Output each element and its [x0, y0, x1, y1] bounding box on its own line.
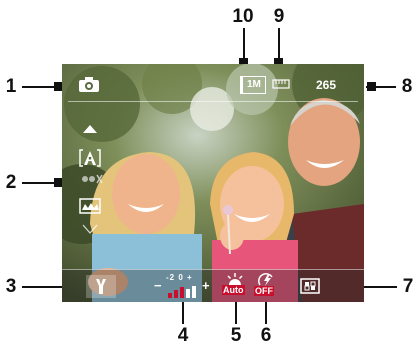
control-bar: − -2 0 + + Auto OFF: [62, 269, 364, 302]
template-button[interactable]: [300, 278, 320, 294]
sun-icon: [227, 273, 243, 285]
zoom-down-arrow-icon[interactable]: [82, 224, 98, 234]
callout-8: 8: [401, 76, 413, 97]
flash-button[interactable]: OFF: [252, 273, 278, 301]
callout-9: 9: [273, 6, 285, 27]
white-balance-label: Auto: [222, 285, 245, 295]
resolution-label: 1M: [247, 79, 261, 90]
callout-7: 7: [402, 276, 414, 297]
panorama-mode-icon[interactable]: [79, 198, 101, 214]
callout-3: 3: [5, 276, 17, 297]
callout-4: 4: [177, 325, 189, 346]
resolution-indicator: 1M: [240, 76, 266, 94]
flash-icon: [258, 273, 273, 286]
tools-icon: [96, 279, 106, 294]
callout-6: 6: [260, 325, 272, 346]
callout-1: 1: [5, 76, 17, 97]
zoom-up-arrow-icon[interactable]: [82, 124, 98, 134]
camera-viewfinder: 1M 265 − -2 0 + + Auto OFF: [62, 64, 364, 302]
memory-card-icon: [272, 79, 290, 89]
callout-5: 5: [230, 325, 242, 346]
status-bar: 1M 265: [62, 64, 364, 104]
brightness-minus[interactable]: −: [154, 278, 162, 293]
status-bar-divider: [68, 101, 358, 102]
white-balance-button[interactable]: Auto: [222, 273, 248, 301]
brightness-level-bars: [168, 286, 196, 298]
leader-end-8: [367, 82, 376, 91]
auto-mode-icon[interactable]: [79, 148, 101, 168]
callout-2: 2: [5, 172, 17, 193]
brightness-scale-label: -2 0 +: [166, 273, 193, 282]
flash-label: OFF: [254, 286, 274, 296]
remaining-shots-counter: 265: [316, 78, 337, 92]
callout-10: 10: [232, 6, 254, 27]
tools-button[interactable]: [86, 275, 116, 298]
brightness-plus[interactable]: +: [202, 278, 210, 293]
camera-icon[interactable]: [78, 76, 100, 93]
template-icon: [300, 278, 320, 294]
tint-mode-icon[interactable]: [79, 172, 103, 186]
brightness-control[interactable]: − -2 0 + +: [154, 273, 212, 301]
